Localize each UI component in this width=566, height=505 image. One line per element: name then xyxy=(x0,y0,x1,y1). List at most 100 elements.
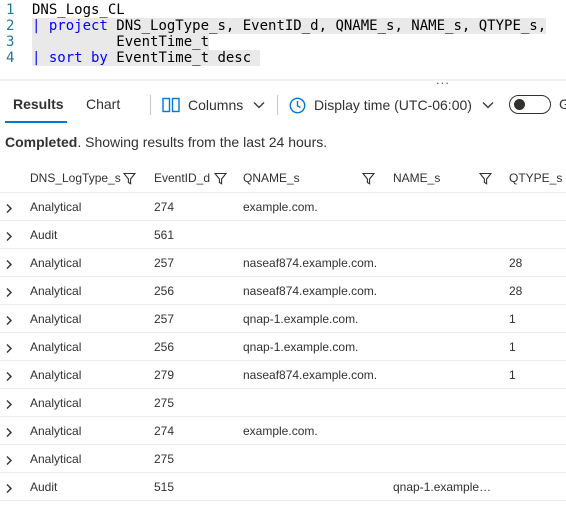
expand-chevron-icon[interactable] xyxy=(5,201,13,219)
column-header-name[interactable]: NAME_s xyxy=(393,171,440,185)
editor-more-indicator[interactable]: ... xyxy=(436,72,450,87)
column-header-qname[interactable]: QNAME_s xyxy=(243,171,300,185)
cell-eventid: 279 xyxy=(154,368,175,382)
cell-eventid: 274 xyxy=(154,200,175,214)
table-row[interactable]: Analytical 274 example.com. xyxy=(0,193,566,221)
cell-qname: naseaf874.example.com. xyxy=(243,368,378,382)
cell-qname: qnap-1.example.com. xyxy=(243,312,359,326)
cell-logtype: Analytical xyxy=(30,396,82,410)
expand-chevron-icon[interactable] xyxy=(5,453,13,471)
query-editor[interactable]: 1 DNS_Logs_CL 2 | project DNS_LogType_s, Ev… xyxy=(0,0,566,76)
display-time-button[interactable]: Display time (UTC-06:00) xyxy=(289,94,494,116)
status-bold: Completed xyxy=(5,134,78,150)
cell-qname: naseaf874.example.com. xyxy=(243,256,378,270)
code-line[interactable]: 1 DNS_Logs_CL xyxy=(0,2,566,19)
code-keyword: project xyxy=(48,18,108,34)
table-row[interactable]: Audit 515 qnap-1.example.… xyxy=(0,473,566,501)
expand-chevron-icon[interactable] xyxy=(5,425,13,443)
cell-eventid: 275 xyxy=(154,396,175,410)
status-message: . Showing results from the last 24 hours… xyxy=(77,134,328,150)
cell-eventid: 275 xyxy=(154,452,175,466)
code-text: EventTime_t xyxy=(32,34,210,51)
code-token: DNS_LogType_s, EventID_d, QNAME_s, NAME_… xyxy=(107,18,547,34)
columns-icon xyxy=(162,97,180,113)
tab-results[interactable]: Results xyxy=(13,96,64,112)
table-row[interactable]: Analytical 257 qnap-1.example.com. 1 xyxy=(0,305,566,333)
cell-qtype: 1 xyxy=(509,340,516,354)
table-row[interactable]: Analytical 275 xyxy=(0,389,566,417)
table-row[interactable]: Analytical 274 example.com. xyxy=(0,417,566,445)
line-number: 2 xyxy=(6,18,15,34)
toggle-label: G xyxy=(559,96,566,112)
expand-chevron-icon[interactable] xyxy=(5,397,13,415)
cell-logtype: Analytical xyxy=(30,424,82,438)
cell-qtype: 1 xyxy=(509,312,516,326)
code-text: | project DNS_LogType_s, EventID_d, QNAM… xyxy=(32,18,547,35)
expand-chevron-icon[interactable] xyxy=(5,257,13,275)
code-line[interactable]: 4 | sort by EventTime_t desc xyxy=(0,50,566,67)
columns-label: Columns xyxy=(188,97,244,113)
chevron-down-icon xyxy=(253,101,265,109)
expand-chevron-icon[interactable] xyxy=(5,481,13,499)
code-pipe: | xyxy=(32,50,49,66)
code-token: EventTime_t xyxy=(32,34,210,50)
table-row[interactable]: Analytical 256 naseaf874.example.com. 28 xyxy=(0,277,566,305)
tab-chart[interactable]: Chart xyxy=(86,96,120,112)
expand-chevron-icon[interactable] xyxy=(5,369,13,387)
results-table: DNS_LogType_s EventID_d QNAME_s NAME_s Q… xyxy=(0,164,566,501)
clock-icon xyxy=(289,97,306,114)
table-row[interactable]: Audit 561 xyxy=(0,221,566,249)
cell-qname: example.com. xyxy=(243,424,318,438)
group-columns-toggle[interactable] xyxy=(509,95,551,114)
expand-chevron-icon[interactable] xyxy=(5,341,13,359)
active-tab-indicator xyxy=(5,121,67,123)
cell-logtype: Audit xyxy=(30,228,58,242)
editor-divider xyxy=(0,79,566,81)
expand-chevron-icon[interactable] xyxy=(5,229,13,247)
filter-icon[interactable] xyxy=(361,172,376,190)
toolbar-divider xyxy=(150,95,151,115)
display-time-label: Display time (UTC-06:00) xyxy=(314,97,472,113)
line-number: 1 xyxy=(6,2,15,18)
code-token: DNS_Logs_CL xyxy=(32,2,125,18)
column-header-dns-logtype[interactable]: DNS_LogType_s xyxy=(30,171,121,185)
code-line[interactable]: 3 EventTime_t xyxy=(0,34,566,51)
line-number: 3 xyxy=(6,34,15,50)
table-row[interactable]: Analytical 279 naseaf874.example.com. 1 xyxy=(0,361,566,389)
results-toolbar: Results Chart Columns Display time (UTC-… xyxy=(0,86,566,124)
cell-logtype: Audit xyxy=(30,480,58,494)
code-pipe: | xyxy=(32,18,49,34)
code-token: EventTime_t desc xyxy=(107,50,260,66)
column-header-qtype[interactable]: QTYPE_s xyxy=(509,171,562,185)
columns-button[interactable]: Columns xyxy=(162,94,265,116)
cell-logtype: Analytical xyxy=(30,368,82,382)
code-line[interactable]: 2 | project DNS_LogType_s, EventID_d, QNA… xyxy=(0,18,566,35)
cell-qname: naseaf874.example.com. xyxy=(243,284,378,298)
filter-icon[interactable] xyxy=(213,172,228,190)
expand-chevron-icon[interactable] xyxy=(5,313,13,331)
filter-icon[interactable] xyxy=(478,172,493,190)
toolbar-divider xyxy=(277,95,278,115)
cell-eventid: 256 xyxy=(154,340,175,354)
cell-logtype: Analytical xyxy=(30,200,82,214)
expand-chevron-icon[interactable] xyxy=(5,285,13,303)
table-body: Analytical 274 example.com. Audit 561 Analyti… xyxy=(0,193,566,501)
filter-icon[interactable] xyxy=(122,172,137,190)
cell-eventid: 515 xyxy=(154,480,175,494)
cell-qname: qnap-1.example.com. xyxy=(243,340,359,354)
cell-logtype: Analytical xyxy=(30,312,82,326)
cell-qtype: 28 xyxy=(509,256,523,270)
code-text: | sort by EventTime_t desc xyxy=(32,50,260,67)
column-header-eventid[interactable]: EventID_d xyxy=(154,171,210,185)
table-row[interactable]: Analytical 256 qnap-1.example.com. 1 xyxy=(0,333,566,361)
cell-qtype: 1 xyxy=(509,368,516,382)
table-row[interactable]: Analytical 257 naseaf874.example.com. 28 xyxy=(0,249,566,277)
cell-logtype: Analytical xyxy=(30,256,82,270)
cell-eventid: 274 xyxy=(154,424,175,438)
cell-qname: example.com. xyxy=(243,200,318,214)
table-row[interactable]: Analytical 275 xyxy=(0,445,566,473)
code-keyword: sort by xyxy=(48,50,108,66)
chevron-down-icon xyxy=(482,101,494,109)
code-text: DNS_Logs_CL xyxy=(32,2,125,19)
line-number: 4 xyxy=(6,50,15,66)
